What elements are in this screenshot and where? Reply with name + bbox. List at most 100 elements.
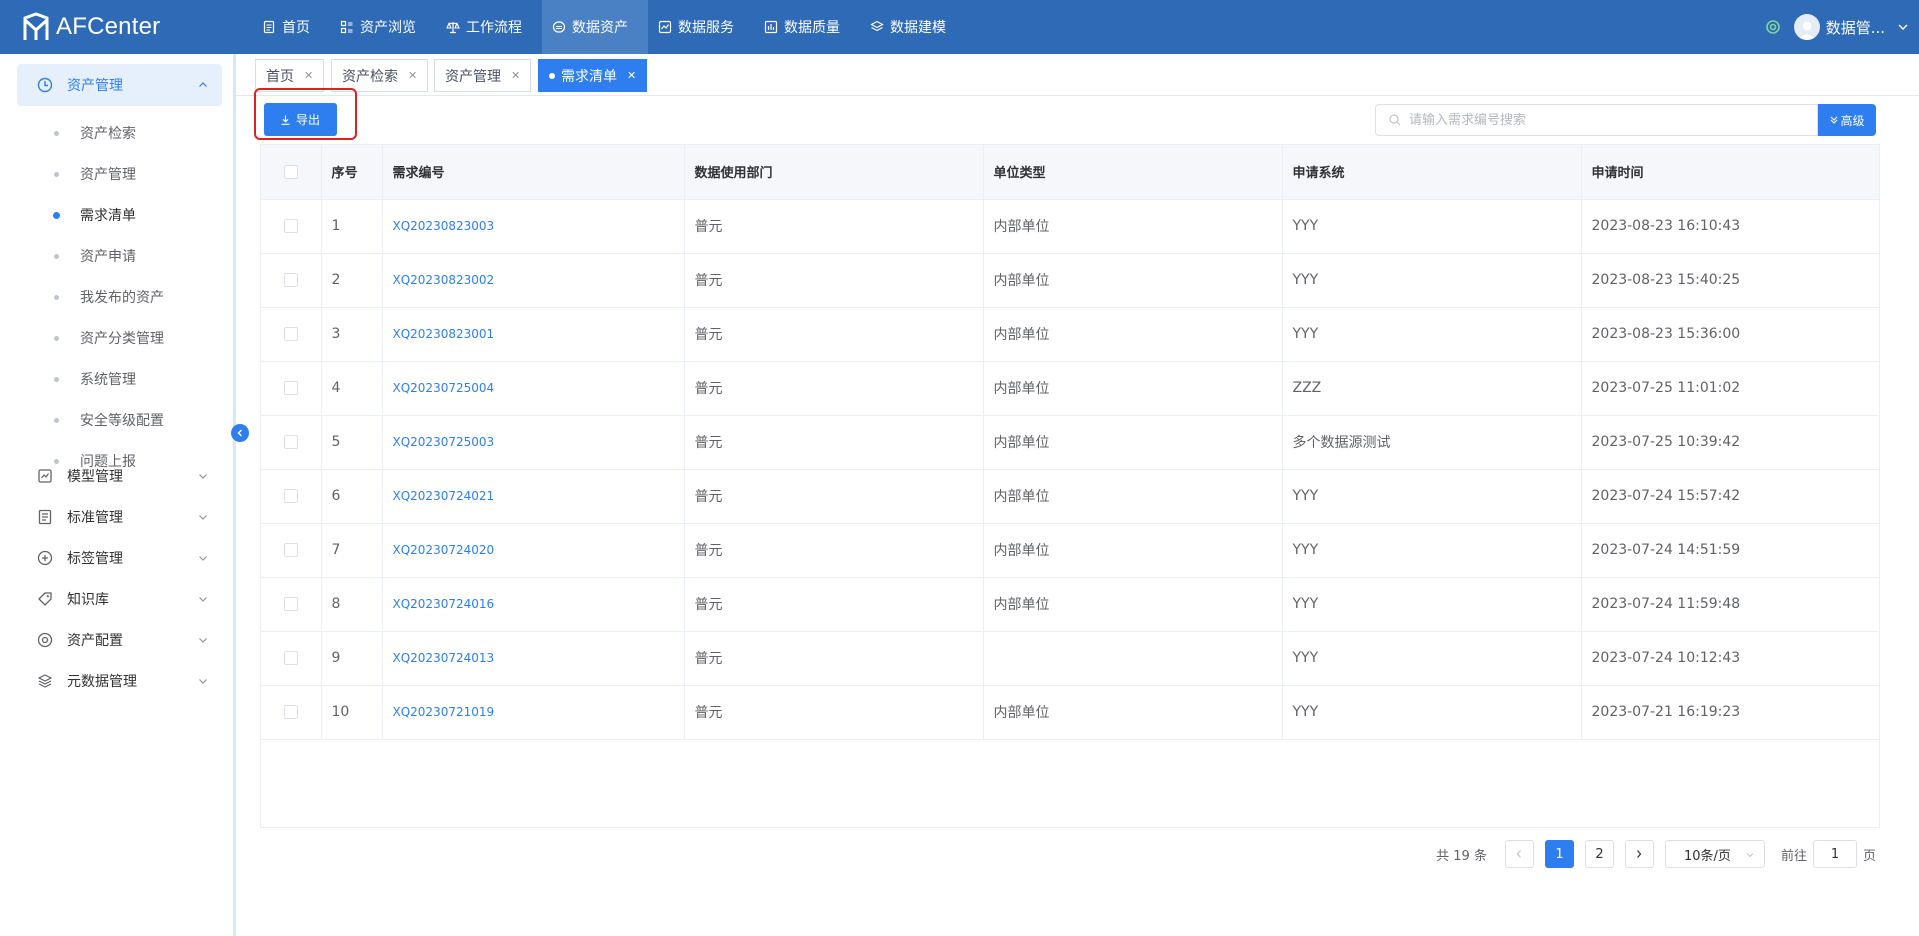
- close-icon[interactable]: ✕: [304, 69, 313, 82]
- req-no-link[interactable]: XQ20230724021: [393, 489, 495, 503]
- nav-item-0[interactable]: 首页: [252, 0, 330, 54]
- search-input[interactable]: [1409, 112, 1817, 128]
- row-checkbox[interactable]: [283, 489, 298, 503]
- cell-index: 8: [321, 577, 383, 632]
- chevron-down-icon: [1746, 853, 1754, 858]
- sidebar-group-0[interactable]: 资产管理: [17, 64, 222, 106]
- chart-box-icon: [38, 469, 52, 483]
- row-checkbox[interactable]: [283, 327, 298, 341]
- close-icon[interactable]: ✕: [511, 69, 520, 82]
- bullet-dot: [54, 294, 59, 300]
- table-row[interactable]: 7 XQ20230724020 普元 内部单位 YYY 2023-07-24 14:51:…: [261, 523, 1879, 578]
- table-row[interactable]: 9 XQ20230724013 普元 YYY 2023-07-24 10:12:43: [261, 631, 1879, 686]
- table-row[interactable]: 5 XQ20230725003 普元 内部单位 多个数据源测试 2023-07-25 10…: [261, 415, 1879, 470]
- app-logo[interactable]: AFCenter: [0, 12, 252, 42]
- sidebar-sub-item-8[interactable]: 问题上报: [54, 446, 136, 476]
- sidebar-sub-item-label: 系统管理: [80, 372, 136, 388]
- chevron-down-icon: [199, 597, 207, 602]
- sidebar-collapse-button[interactable]: [231, 424, 249, 442]
- select-all-checkbox[interactable]: [283, 164, 298, 179]
- stack-icon: [37, 674, 53, 688]
- row-checkbox[interactable]: [283, 381, 298, 395]
- tab-0[interactable]: 首页 ✕: [255, 59, 325, 92]
- tab-label: 资产管理: [445, 68, 501, 85]
- page-button-2[interactable]: 2: [1584, 840, 1614, 868]
- total-count: 共 19 条: [1436, 848, 1487, 864]
- req-no-link[interactable]: XQ20230724013: [393, 651, 495, 665]
- sidebar-group-3[interactable]: 标签管理: [17, 537, 222, 579]
- table-row[interactable]: 3 XQ20230823001 普元 内部单位 YYY 2023-08-23 15:36:…: [261, 307, 1879, 362]
- close-icon[interactable]: ✕: [627, 69, 636, 82]
- row-checkbox[interactable]: [283, 597, 298, 611]
- goto-page-input[interactable]: [1812, 840, 1857, 868]
- sidebar-group-4[interactable]: 知识库: [17, 578, 222, 620]
- prev-page-button[interactable]: [1504, 840, 1534, 868]
- tab-label: 需求清单: [561, 68, 617, 85]
- table-row[interactable]: 10 XQ20230721019 普元 内部单位 YYY 2023-07-21 16:19…: [261, 685, 1879, 740]
- sidebar-group-5[interactable]: 资产配置: [17, 619, 222, 661]
- sidebar-group-2[interactable]: 标准管理: [17, 496, 222, 538]
- req-no-link[interactable]: XQ20230724020: [393, 543, 495, 557]
- sidebar-sub-item-2[interactable]: 需求清单: [53, 200, 136, 230]
- row-checkbox[interactable]: [283, 543, 298, 557]
- nav-item-2[interactable]: 工作流程: [436, 0, 542, 54]
- close-icon[interactable]: ✕: [408, 69, 417, 82]
- row-checkbox[interactable]: [283, 651, 298, 665]
- sidebar-group-label: 资产配置: [67, 633, 123, 649]
- grid-icon: [340, 20, 353, 34]
- nav-item-3[interactable]: 数据资产: [542, 0, 648, 54]
- tab-1[interactable]: 资产检索 ✕: [331, 59, 429, 92]
- tab-2[interactable]: 资产管理 ✕: [434, 59, 532, 92]
- req-no-link[interactable]: XQ20230823001: [393, 327, 495, 341]
- sidebar-sub-item-5[interactable]: 资产分类管理: [54, 323, 164, 353]
- openai-style-icon[interactable]: [1764, 18, 1782, 36]
- sidebar-sub-item-4[interactable]: 我发布的资产: [54, 282, 164, 312]
- row-checkbox[interactable]: [283, 219, 298, 233]
- req-no-link[interactable]: XQ20230823003: [393, 219, 495, 233]
- bullet-dot: [54, 376, 59, 382]
- advanced-search-button[interactable]: 高级: [1818, 104, 1876, 136]
- sidebar-sub-item-0[interactable]: 资产检索: [54, 118, 136, 148]
- req-no-link[interactable]: XQ20230725003: [393, 435, 495, 449]
- requirements-table: 序号 需求编号 数据使用部门 单位类型 申请系统 申请时间 1 XQ2023082…: [260, 144, 1880, 828]
- cell-req-no: XQ20230721019: [382, 685, 685, 740]
- cell-time: 2023-07-24 14:51:59: [1581, 523, 1879, 578]
- nav-item-4[interactable]: 数据服务: [648, 0, 754, 54]
- req-no-link[interactable]: XQ20230823002: [393, 273, 495, 287]
- nav-item-5[interactable]: 数据质量: [754, 0, 860, 54]
- cell-system: YYY: [1282, 523, 1582, 578]
- sidebar-sub-item-6[interactable]: 系统管理: [54, 364, 136, 394]
- sidebar-group-6[interactable]: 元数据管理: [17, 660, 222, 702]
- sidebar-sub-item-3[interactable]: 资产申请: [54, 241, 136, 271]
- avatar[interactable]: [1793, 14, 1820, 40]
- table-row[interactable]: 8 XQ20230724016 普元 内部单位 YYY 2023-07-24 11:59:…: [261, 577, 1879, 632]
- table-row[interactable]: 1 XQ20230823003 普元 内部单位 YYY 2023-08-23 16:10:…: [261, 199, 1879, 254]
- nav-item-6[interactable]: 数据建模: [860, 0, 966, 54]
- tab-3[interactable]: 需求清单 ✕: [538, 59, 648, 92]
- table-row[interactable]: 2 XQ20230823002 普元 内部单位 YYY 2023-08-23 15:40:…: [261, 253, 1879, 308]
- export-button[interactable]: 导出: [264, 103, 337, 136]
- sidebar-sub-item-7[interactable]: 安全等级配置: [54, 405, 164, 435]
- table-row[interactable]: 6 XQ20230724021 普元 内部单位 YYY 2023-07-24 15:57:…: [261, 469, 1879, 524]
- row-check-cell: [261, 253, 322, 308]
- req-no-link[interactable]: XQ20230724016: [393, 597, 495, 611]
- pagination: 共 19 条 1 2 10条/页 前往 页: [1436, 840, 1876, 868]
- sidebar-sub-item-1[interactable]: 资产管理: [54, 159, 136, 189]
- page-button-1[interactable]: 1: [1544, 840, 1574, 868]
- req-no-link[interactable]: XQ20230725004: [393, 381, 495, 395]
- cell-unit-type: 内部单位: [983, 577, 1283, 632]
- chevron-right-icon: [1637, 850, 1642, 858]
- row-checkbox[interactable]: [283, 435, 298, 449]
- bullet-dot: [54, 130, 59, 136]
- next-page-button[interactable]: [1624, 840, 1654, 868]
- nav-item-1[interactable]: 资产浏览: [330, 0, 436, 54]
- req-no-link[interactable]: XQ20230721019: [393, 705, 495, 719]
- table-row[interactable]: 4 XQ20230725004 普元 内部单位 ZZZ 2023-07-25 11:01:…: [261, 361, 1879, 416]
- page-size-select[interactable]: 10条/页: [1664, 840, 1765, 868]
- user-name[interactable]: 数据管...: [1826, 17, 1885, 38]
- row-checkbox[interactable]: [283, 705, 298, 719]
- chevron-down-icon[interactable]: [1897, 21, 1909, 33]
- cell-dept: 普元: [684, 469, 984, 524]
- row-checkbox[interactable]: [283, 273, 298, 287]
- cell-index: 10: [321, 685, 383, 740]
